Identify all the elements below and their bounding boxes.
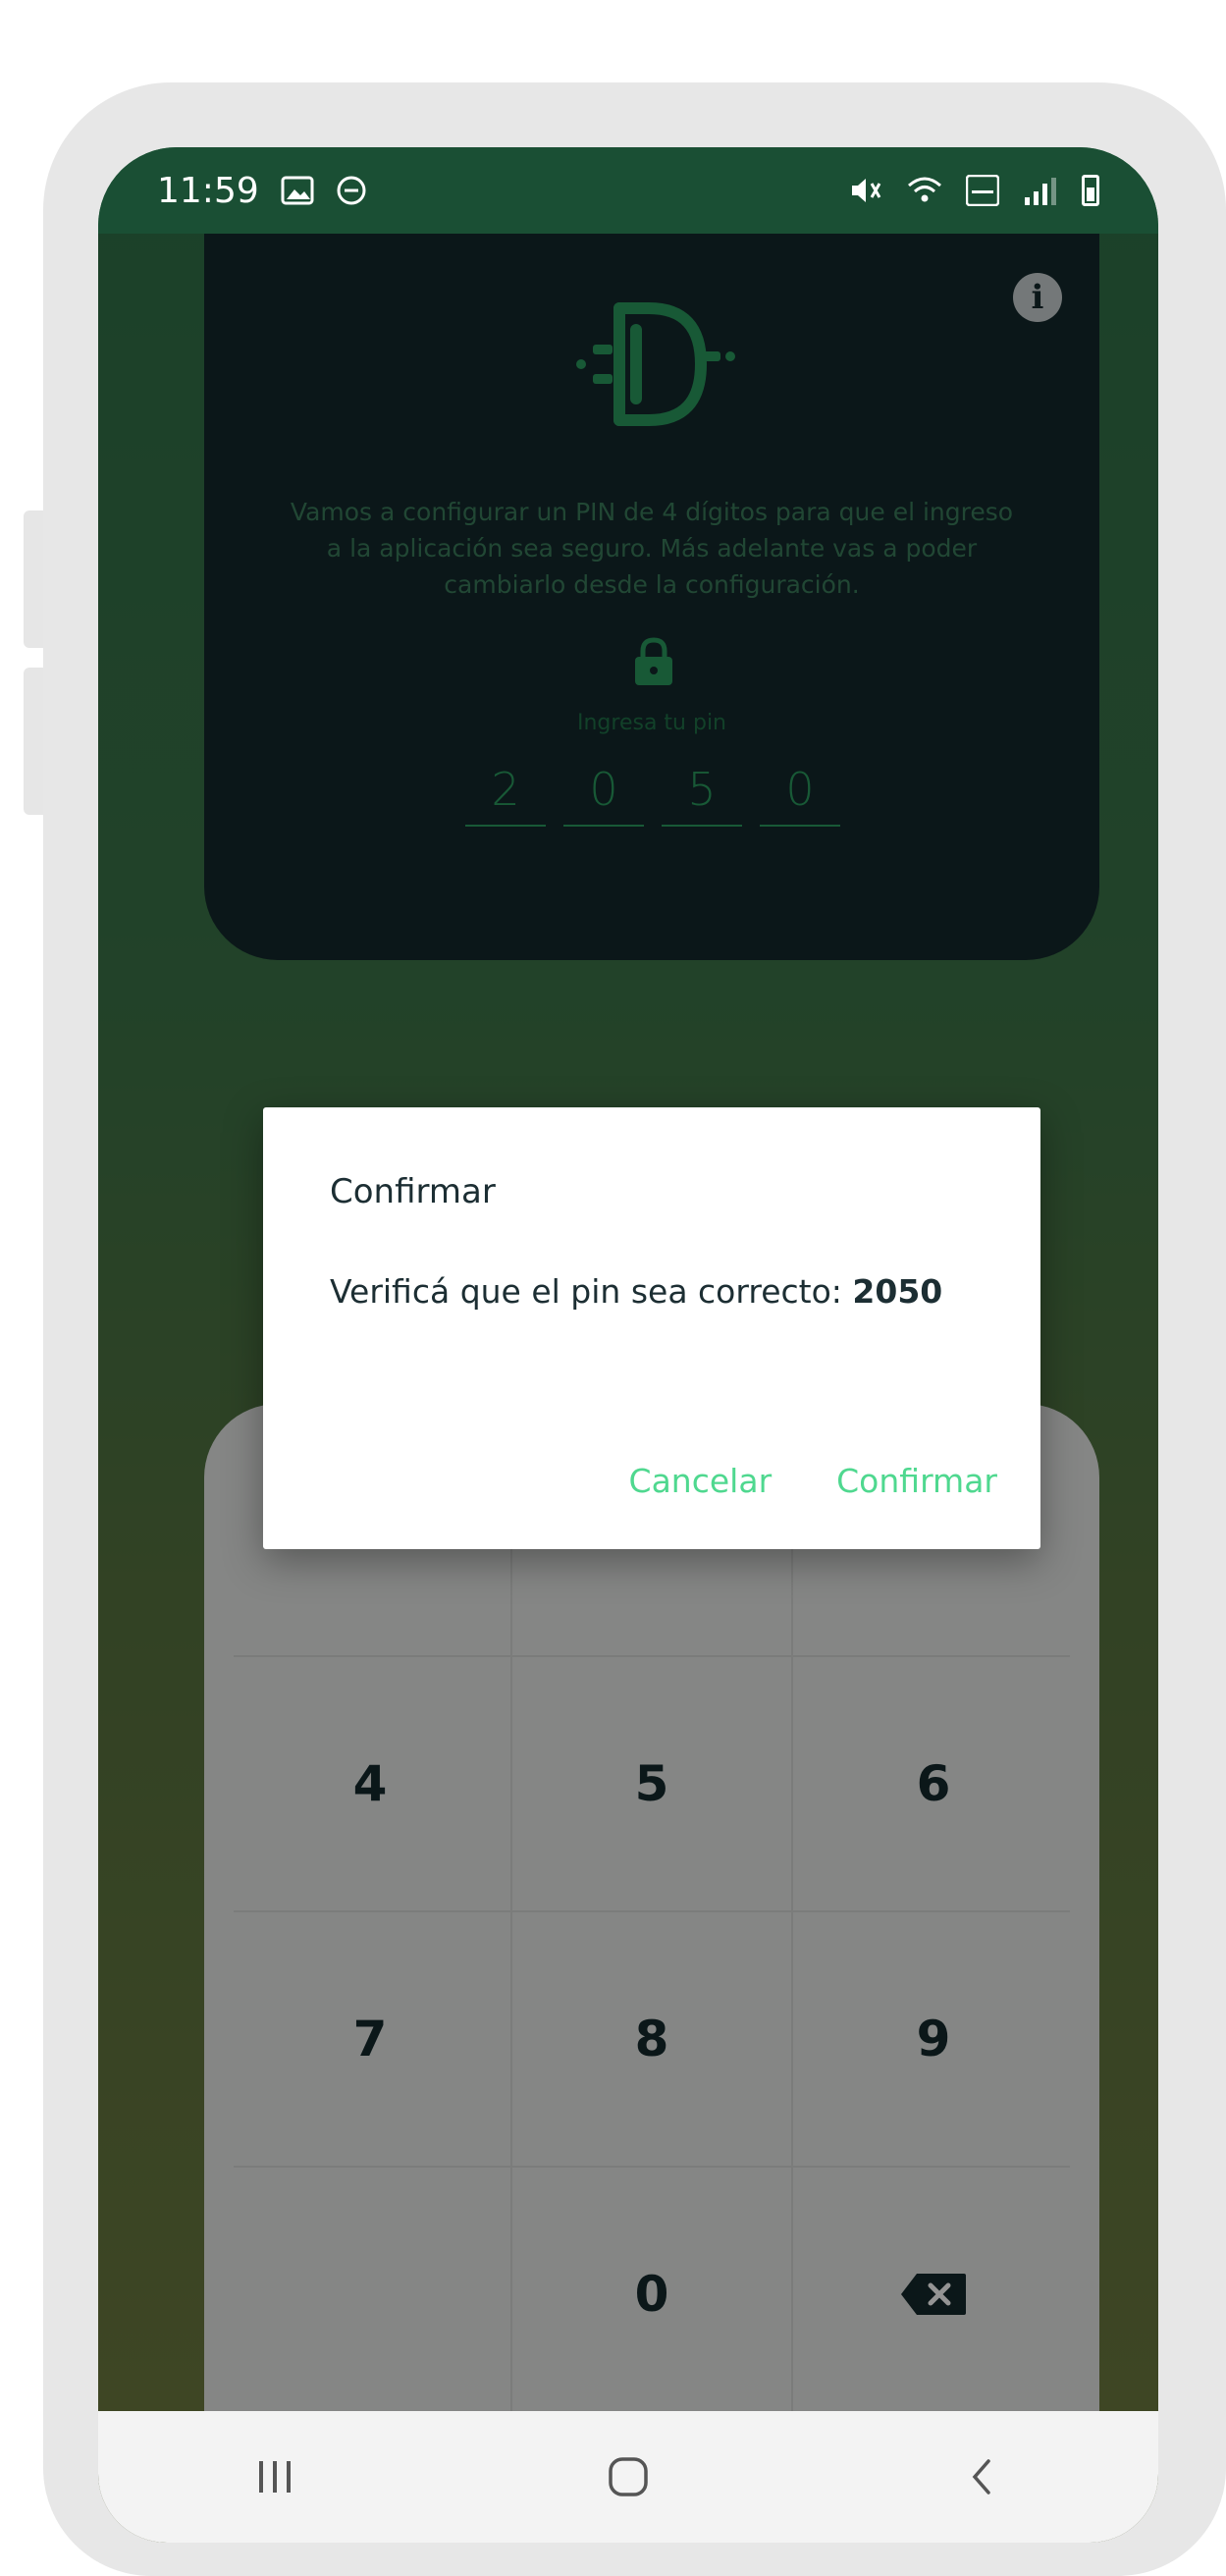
gallery-icon [281, 176, 314, 205]
confirm-button[interactable]: Confirmar [836, 1462, 997, 1500]
dialog-message: Verificá que el pin sea correcto: 2050 [330, 1272, 942, 1311]
dialog-message-text: Verificá que el pin sea correcto: [330, 1272, 853, 1311]
back-icon[interactable] [952, 2447, 1011, 2506]
phone-side-button [24, 668, 43, 815]
navigation-bar [98, 2411, 1158, 2543]
status-right [848, 175, 1099, 206]
dialog-pin-value: 2050 [852, 1272, 943, 1311]
cancel-button[interactable]: Cancelar [629, 1462, 773, 1500]
status-bar: 11:59 [98, 147, 1158, 234]
dialog-title: Confirmar [330, 1172, 496, 1211]
status-left: 11:59 [157, 171, 367, 211]
confirm-pin-dialog: Confirmar Verificá que el pin sea correc… [263, 1107, 1040, 1549]
do-not-disturb-icon [337, 176, 366, 205]
status-time: 11:59 [157, 170, 259, 211]
back-glyph [972, 2459, 990, 2495]
home-icon[interactable] [599, 2447, 658, 2506]
phone-screen: 11:59 i Vamos a configurar un PIN de 4 d… [98, 147, 1158, 2543]
phone-side-button [24, 510, 43, 648]
battery-icon [1082, 175, 1099, 206]
wifi-icon [908, 177, 941, 202]
recent-apps-icon[interactable] [245, 2447, 304, 2506]
volte-icon [966, 175, 999, 206]
home-glyph [609, 2457, 648, 2496]
recent-apps-glyph [259, 2461, 291, 2493]
mute-icon [852, 179, 881, 202]
signal-icon [1021, 176, 1060, 205]
dialog-actions: Cancelar Confirmar [629, 1462, 997, 1500]
